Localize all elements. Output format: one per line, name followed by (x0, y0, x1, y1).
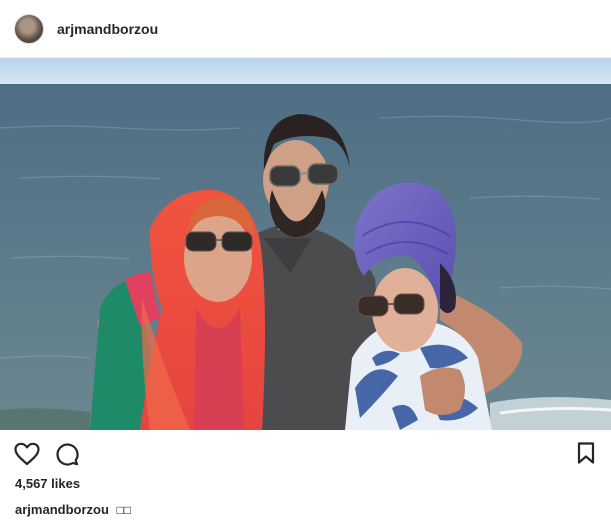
comment-bubble-icon[interactable] (55, 442, 79, 471)
caption-text: □□ (116, 503, 132, 517)
likes-count[interactable]: 4,567 likes (15, 476, 80, 491)
post-photo[interactable] (0, 58, 611, 430)
instagram-post: arjmandborzou 4,567 likes arjmandborzou … (0, 0, 611, 525)
post-username[interactable]: arjmandborzou (57, 21, 158, 37)
avatar[interactable] (14, 13, 44, 44)
post-header: arjmandborzou (0, 0, 611, 58)
heart-outline-icon[interactable] (14, 442, 40, 471)
post-caption: arjmandborzou □□ (15, 502, 131, 517)
post-image (0, 58, 611, 430)
bookmark-outline-icon[interactable] (577, 442, 595, 469)
caption-username[interactable]: arjmandborzou (15, 502, 109, 517)
post-actions (0, 438, 611, 470)
